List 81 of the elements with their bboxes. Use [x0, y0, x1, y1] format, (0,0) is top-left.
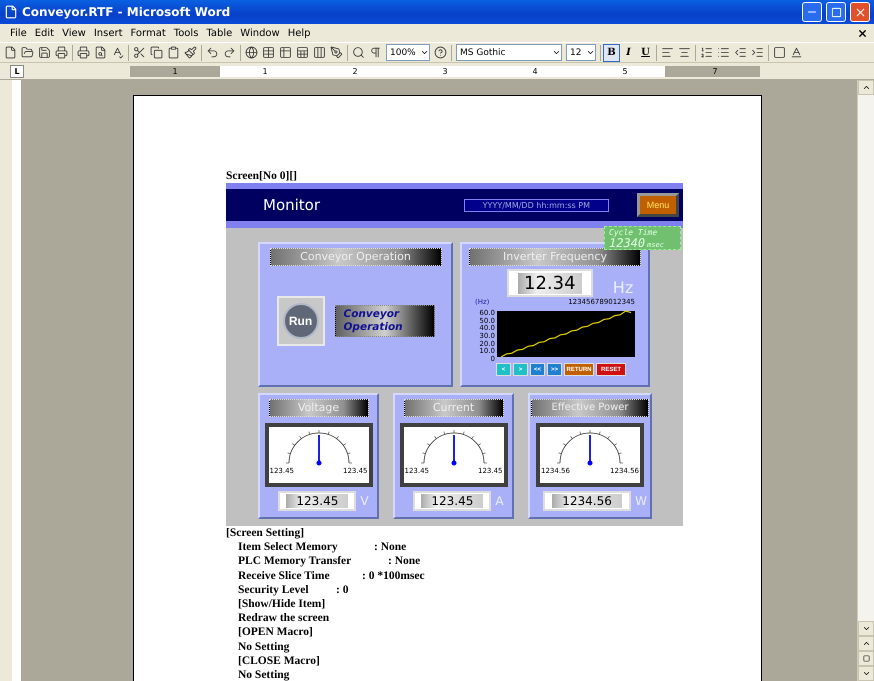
panel-title: Conveyor Operation: [270, 248, 442, 266]
window-title: Conveyor.RTF - Microsoft Word: [22, 5, 232, 19]
setting-label: Security Level: [238, 582, 310, 598]
setting-label: [CLOSE Macro]: [238, 654, 320, 668]
setting-value: : None: [374, 540, 406, 554]
browse-object-button[interactable]: [858, 651, 874, 666]
meter-value: 1234.56: [543, 491, 632, 511]
unit-label: V: [360, 494, 369, 508]
setting-value: : None: [388, 554, 420, 569]
panel-title: Voltage: [268, 399, 368, 417]
setting-label: Redraw the screen: [238, 611, 330, 626]
minimize-button[interactable]: [802, 2, 822, 22]
meter-scale: [285, 430, 352, 464]
settings-heading: [Screen Setting]: [226, 526, 306, 540]
maximize-button[interactable]: [826, 2, 846, 22]
format-button[interactable]: U: [637, 44, 654, 62]
format-button[interactable]: I: [620, 44, 637, 62]
conveyor-lamp: Conveyor Operation: [334, 305, 434, 337]
monitor-title: Monitor: [263, 196, 322, 214]
setting-value: : 0 *100msec: [362, 568, 425, 583]
run-button[interactable]: Run: [276, 296, 324, 346]
unit-label: W: [635, 494, 647, 508]
setting-label: No Setting: [238, 668, 290, 681]
print-icon[interactable]: [75, 44, 92, 62]
setting-label: PLC Memory Transfer: [238, 554, 352, 569]
menu-item[interactable]: Help: [284, 28, 315, 38]
printer-icon[interactable]: [53, 44, 70, 62]
next-page-button[interactable]: [858, 666, 874, 681]
unit-label: Hz: [612, 278, 634, 297]
menu-item[interactable]: Edit: [30, 28, 58, 38]
menu-item[interactable]: View: [58, 28, 90, 38]
font-dropdown[interactable]: MS Gothic: [456, 44, 562, 61]
menu-item[interactable]: Tools: [170, 28, 202, 38]
ruler-number: 3: [442, 66, 448, 76]
setting-label: [Show/Hide Item]: [238, 597, 326, 612]
ruler-number: 4: [532, 66, 538, 76]
close-icon: [854, 6, 866, 18]
menu-item[interactable]: Table: [202, 28, 236, 38]
close-document-icon[interactable]: [857, 28, 868, 38]
meter-scale: [420, 430, 487, 464]
brush-icon[interactable]: [182, 44, 199, 62]
square-icon: [862, 655, 870, 662]
format-button[interactable]: B: [603, 44, 620, 62]
panel-title: Effective Power: [531, 399, 649, 417]
setting-label: No Setting: [238, 640, 290, 654]
menu-item[interactable]: File: [6, 28, 31, 38]
maximize-icon: [830, 6, 842, 18]
panel-title: Current: [404, 399, 504, 417]
scroll-up-button[interactable]: [858, 80, 874, 95]
globe-icon[interactable]: [243, 44, 260, 62]
ruler-number: 5: [622, 66, 628, 76]
ruler-number: 2: [352, 66, 358, 76]
zoom-dropdown[interactable]: 100%: [386, 44, 430, 61]
meter-value: 123.45: [278, 491, 356, 511]
unit-label: A: [495, 494, 504, 508]
menu-item[interactable]: Window: [236, 28, 284, 38]
meter-value: 123.45: [413, 491, 492, 511]
document-icon: [4, 5, 18, 19]
copy-icon[interactable]: [148, 44, 165, 62]
cycle-time-value: 12340: [609, 236, 646, 250]
close-button[interactable]: [850, 2, 870, 22]
menu-item[interactable]: Insert: [90, 28, 127, 38]
ruler-number: 1: [262, 66, 268, 76]
previous-page-button[interactable]: [858, 636, 874, 651]
panel-title: Inverter Frequency: [469, 248, 641, 266]
cycle-time-label: Cycle Time: [609, 227, 658, 238]
meter-scale: [556, 430, 624, 464]
setting-label: [OPEN Macro]: [238, 625, 313, 640]
font-size-dropdown[interactable]: 12: [566, 44, 596, 61]
ruler-number: 7: [712, 66, 718, 76]
setting-value: : 0: [336, 582, 348, 598]
ruler-number: 1: [172, 66, 178, 76]
menu-item[interactable]: Format: [126, 28, 170, 38]
frequency-display: 12.34: [506, 269, 593, 297]
tab-selector[interactable]: L: [10, 64, 24, 78]
help-icon[interactable]: [432, 44, 449, 62]
screen-caption: Screen[No 0][]: [226, 170, 298, 183]
setting-label: Receive Slice Time: [238, 568, 331, 583]
setting-label: Item Select Memory: [238, 540, 339, 554]
scroll-down-button[interactable]: [858, 621, 874, 636]
date-time-display: YYYY/MM/DD hh:mm:ss PM: [464, 198, 609, 212]
